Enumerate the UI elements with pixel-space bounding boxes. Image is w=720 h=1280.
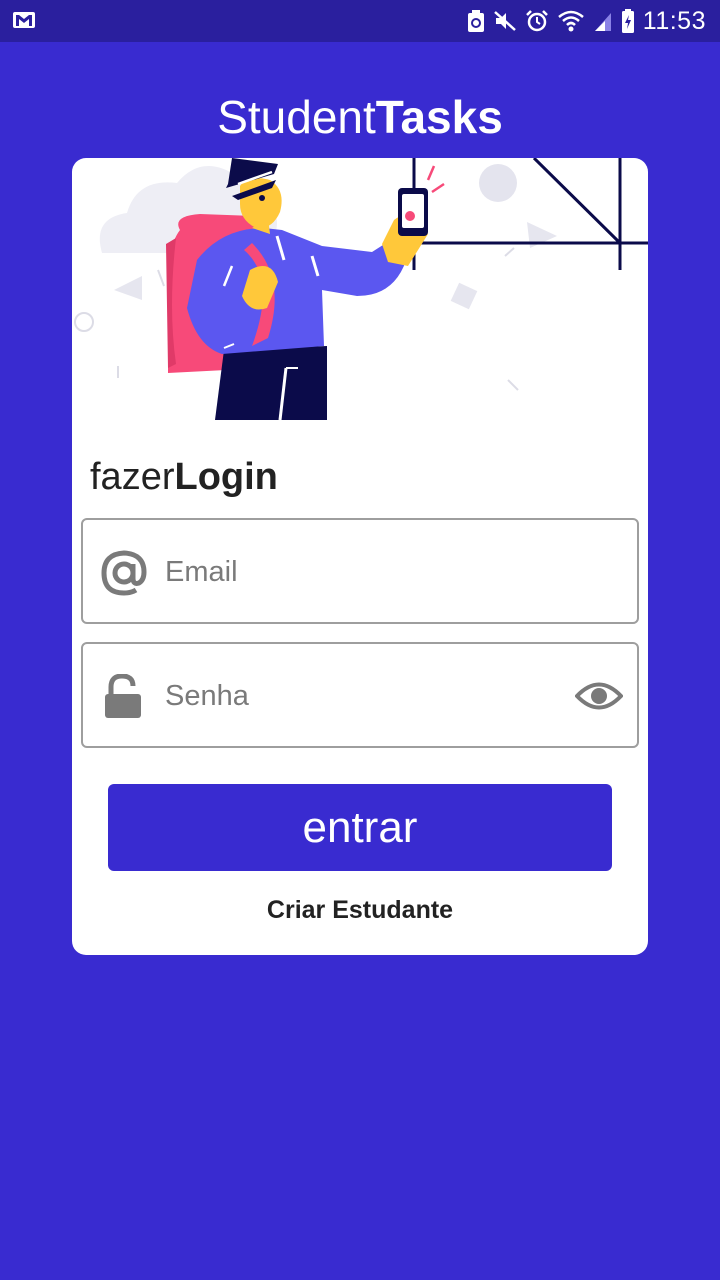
wifi-icon	[557, 10, 584, 32]
app-title: StudentTasks	[0, 90, 720, 144]
clock: 11:53	[642, 6, 706, 35]
unlock-icon	[105, 674, 141, 718]
email-field[interactable]	[81, 518, 639, 624]
login-heading: fazerLogin	[90, 456, 278, 499]
login-heading-light: fazer	[90, 456, 175, 498]
signal-icon	[594, 13, 611, 31]
password-field[interactable]	[81, 642, 639, 748]
email-input[interactable]	[165, 548, 555, 596]
battery-icon	[621, 9, 634, 33]
app-title-bold: Tasks	[375, 91, 503, 143]
at-icon	[101, 550, 147, 596]
mute-icon	[493, 11, 516, 31]
status-icons: 11:53	[467, 6, 706, 36]
recycle-icon	[467, 10, 484, 32]
create-student-link[interactable]: Criar Estudante	[72, 896, 648, 925]
status-bar: 11:53	[0, 0, 720, 42]
login-card: fazerLogin entrar Criar Estudante	[72, 158, 648, 955]
login-heading-bold: Login	[174, 456, 278, 498]
password-input[interactable]	[165, 672, 555, 720]
gmail-icon	[13, 12, 35, 28]
eye-icon[interactable]	[575, 677, 623, 715]
student-illustration	[74, 158, 648, 420]
alarm-icon	[525, 10, 548, 32]
app-title-light: Student	[217, 91, 376, 143]
enter-button[interactable]: entrar	[108, 784, 612, 871]
